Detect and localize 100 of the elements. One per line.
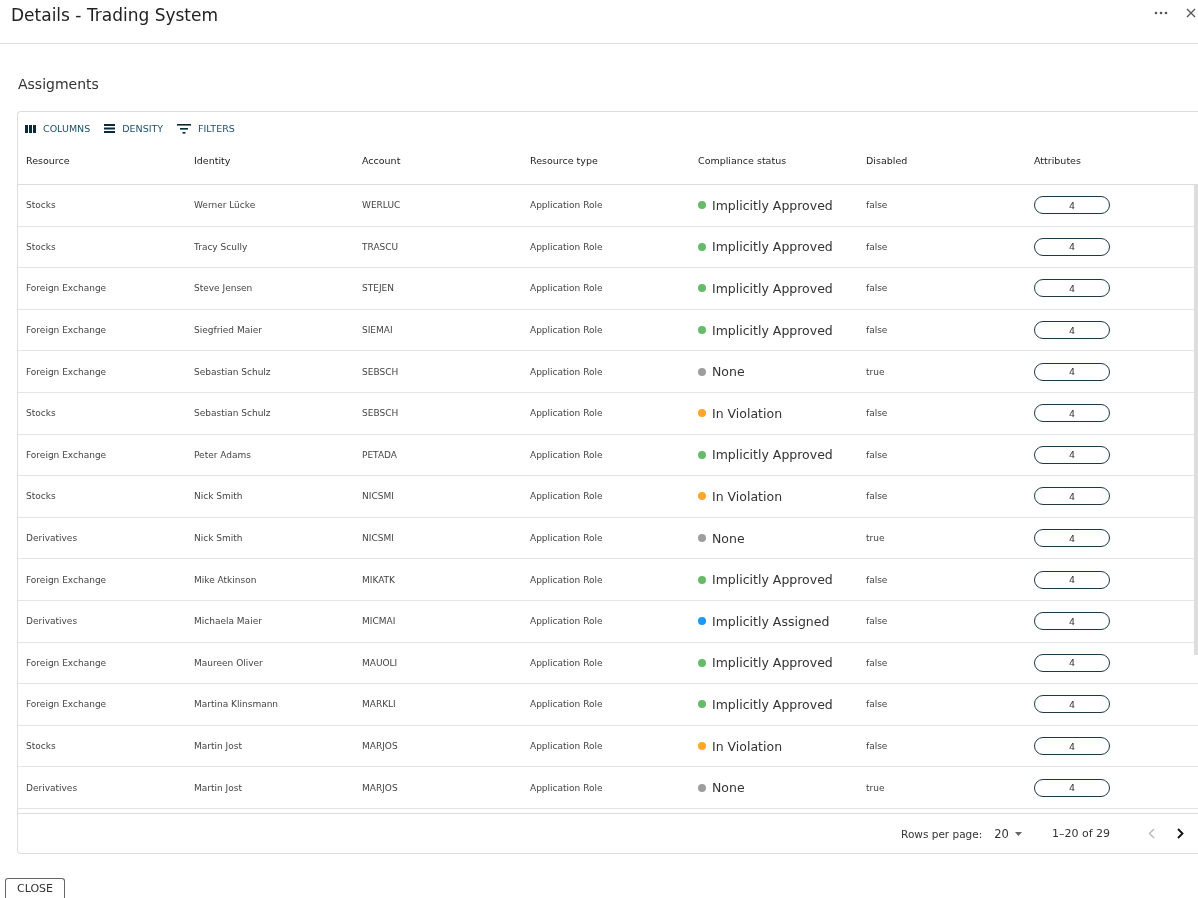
table-cell-text: true xyxy=(865,533,886,544)
table-cell-text: Application Role xyxy=(529,283,604,294)
table-cell-text: Sebastian Schulz xyxy=(193,366,272,377)
table-cell-text: SEBSCH xyxy=(361,408,400,419)
attributes-button[interactable]: 4 xyxy=(1034,653,1110,672)
table-cell-text: true xyxy=(865,782,886,793)
attributes-button[interactable]: 4 xyxy=(1034,487,1110,506)
table-cell-text: SIEMAI xyxy=(361,325,394,336)
toolbar-button[interactable]: FILTERS xyxy=(177,120,235,137)
table-cell-text: Nick Smith xyxy=(193,491,244,502)
column-header[interactable]: Identity xyxy=(186,155,354,166)
table-cell-text: NICSMI xyxy=(361,491,395,502)
density-icon xyxy=(104,124,116,133)
table-cell-text: MICMAI xyxy=(361,616,397,627)
table-cell-text: false xyxy=(865,491,889,502)
column-header[interactable]: Compliance status xyxy=(690,155,858,166)
attributes-button[interactable]: 4 xyxy=(1034,778,1110,797)
filter-icon xyxy=(177,123,192,134)
attributes-button[interactable]: 4 xyxy=(1034,279,1110,298)
table-cell-text: NICSMI xyxy=(361,533,395,544)
rows-per-page-label: Rows per page: xyxy=(901,827,983,840)
attributes-button[interactable]: 4 xyxy=(1034,321,1110,340)
table-cell-text: MARJOS xyxy=(361,741,399,751)
table-cell-text: Derivatives xyxy=(25,533,79,544)
table-cell-text: PETADA xyxy=(361,449,398,460)
attributes-button[interactable]: 4 xyxy=(1034,695,1110,714)
table-cell-text: Application Role xyxy=(529,491,604,502)
section-title: Assigments xyxy=(18,76,100,94)
status-text: Implicitly Approved xyxy=(712,197,833,213)
table-cell-text: Peter Adams xyxy=(193,449,252,460)
table-cell-text: Application Role xyxy=(529,200,604,211)
table-cell-text: Stocks xyxy=(25,741,57,751)
attributes-button[interactable]: 4 xyxy=(1034,529,1110,548)
table-cell-text: Application Role xyxy=(529,657,604,668)
table-cell-text: Derivatives xyxy=(25,616,79,627)
table-cell-text: Application Role xyxy=(529,325,604,336)
table-cell-text: false xyxy=(865,699,889,710)
status-text: In Violation xyxy=(712,488,783,504)
table-cell-text: Martin Jost xyxy=(193,782,243,793)
table-cell-text: false xyxy=(865,200,889,211)
column-header[interactable]: Disabled xyxy=(858,155,1026,166)
attributes-button[interactable]: 4 xyxy=(1034,737,1110,755)
table-cell-text: Nick Smith xyxy=(193,533,244,544)
status-text: Implicitly Approved xyxy=(712,281,833,296)
status-text: Implicitly Approved xyxy=(712,447,833,463)
toolbar-button[interactable]: DENSITY xyxy=(104,120,164,137)
table-cell-text: Application Role xyxy=(529,699,604,710)
rows-per-page-select[interactable]: 20 xyxy=(994,826,1022,841)
column-header[interactable]: Resource type xyxy=(522,155,690,166)
column-header[interactable]: Attributes xyxy=(1026,155,1194,166)
column-header[interactable]: Account xyxy=(354,155,522,166)
table-cell-text: Werner Lücke xyxy=(193,200,257,211)
attributes-button[interactable]: 4 xyxy=(1034,612,1110,631)
close-icon[interactable] xyxy=(1186,8,1196,18)
toolbar-button[interactable]: COLUMNS xyxy=(25,120,91,137)
table-cell-text: Foreign Exchange xyxy=(25,449,108,460)
table-cell-text: false xyxy=(865,616,889,627)
more-icon[interactable] xyxy=(1154,11,1168,15)
status-text: Implicitly Approved xyxy=(712,655,833,671)
table-cell-text: MARKLI xyxy=(361,699,397,710)
column-header[interactable]: Resource xyxy=(18,155,186,166)
table-cell-text: Application Role xyxy=(529,366,604,377)
status-text: Implicitly Approved xyxy=(712,322,833,338)
table-cell-text: true xyxy=(865,366,886,377)
table-cell-text: false xyxy=(865,325,889,336)
table-cell-text: SEBSCH xyxy=(361,366,400,377)
table-cell-text: Stocks xyxy=(25,408,57,419)
table-cell-text: false xyxy=(865,283,889,294)
status-text: None xyxy=(712,780,745,796)
table-cell-text: Stocks xyxy=(25,491,57,502)
table-cell-text: MARJOS xyxy=(361,782,399,793)
scrollbar[interactable] xyxy=(1194,185,1198,655)
attributes-button[interactable]: 4 xyxy=(1034,362,1110,381)
table-cell-text: false xyxy=(865,449,889,460)
close-button[interactable]: CLOSE xyxy=(5,877,65,898)
table-cell-text: Michaela Maier xyxy=(193,616,263,627)
status-text: Implicitly Approved xyxy=(712,239,833,255)
attributes-button[interactable]: 4 xyxy=(1034,445,1110,464)
status-text: Implicitly Approved xyxy=(712,696,833,712)
status-text: Implicitly Assigned xyxy=(712,613,830,629)
page-range: 1–20 of 29 xyxy=(1051,827,1110,840)
table-cell-text: Stocks xyxy=(25,200,57,211)
table-cell-text: Derivatives xyxy=(25,782,79,793)
table-cell-text: Tracy Scully xyxy=(193,241,249,252)
attributes-button[interactable]: 4 xyxy=(1034,237,1110,256)
table-cell-text: MAUOLI xyxy=(361,657,399,668)
table-cell-text: Martin Jost xyxy=(193,741,243,751)
table-cell-text: false xyxy=(865,241,889,252)
attributes-button[interactable]: 4 xyxy=(1034,570,1110,589)
table-cell-text: Application Role xyxy=(529,449,604,460)
attributes-button[interactable]: 4 xyxy=(1034,196,1110,215)
status-text: In Violation xyxy=(712,738,783,754)
table-cell-text: Foreign Exchange xyxy=(25,366,108,377)
table-cell-text: Application Role xyxy=(529,241,604,252)
table-cell-text: MIKATK xyxy=(361,574,397,585)
attributes-button[interactable]: 4 xyxy=(1034,404,1110,423)
status-text: Implicitly Approved xyxy=(712,572,833,588)
table-cell-text: Steve Jensen xyxy=(193,283,254,294)
status-text: None xyxy=(712,364,745,380)
table-cell-text: Foreign Exchange xyxy=(25,283,108,294)
